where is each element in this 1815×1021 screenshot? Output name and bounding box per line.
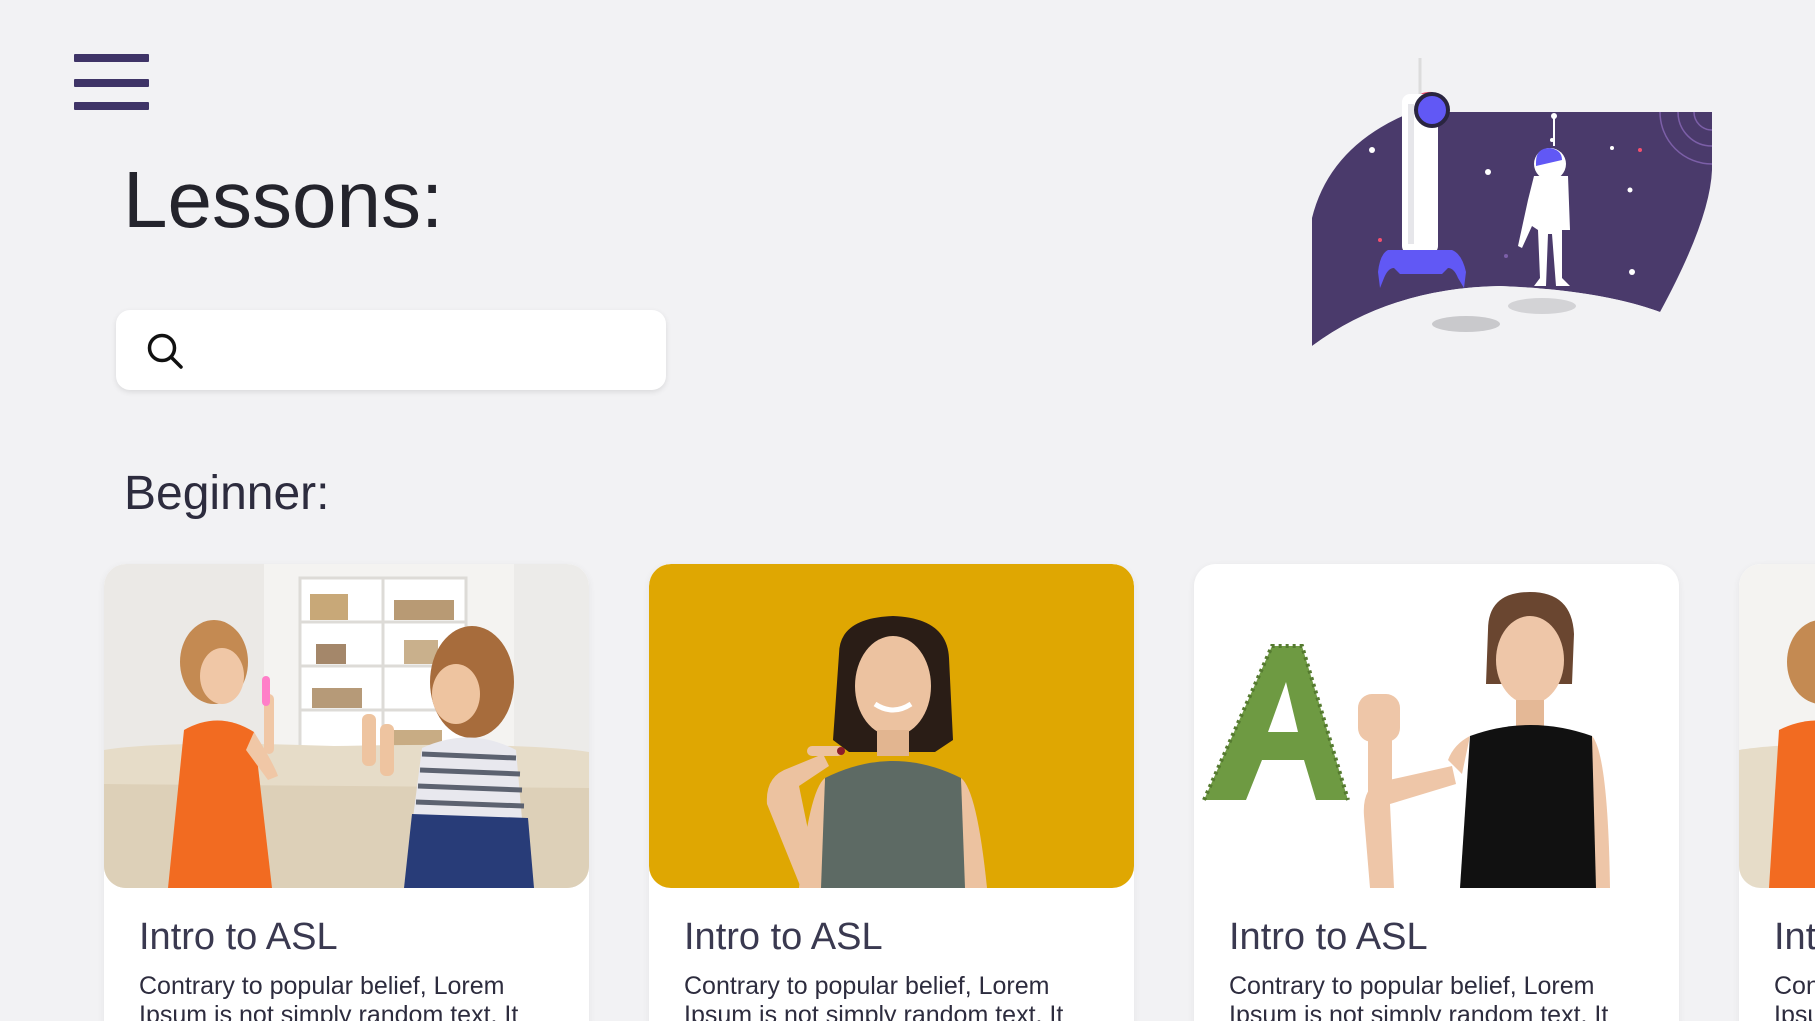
lesson-card-title: Intro to ASL [684,916,883,958]
lesson-card-description: Contrary to popular belief, Lorem Ipsum … [1774,972,1815,1021]
lesson-card[interactable]: Intro to ASL Contrary to popular belief,… [104,564,589,1021]
search-icon[interactable] [144,330,186,372]
lesson-card[interactable]: Intro to ASL Contrary to popular belief,… [1739,564,1815,1021]
lesson-card-title: Intro to ASL [139,916,338,958]
lesson-card-title: Intro to ASL [1229,916,1428,958]
lesson-card-description: Contrary to popular belief, Lorem Ipsum … [684,972,1064,1021]
lessons-page: Lessons: Beginner: Intro to ASL Contrary… [0,0,1815,1021]
two-women-signing-photo [104,564,589,888]
menu-bar-middle [74,79,149,87]
lesson-card-title: Intro to ASL [1774,916,1815,958]
two-women-signing-photo [1739,564,1815,888]
hamburger-menu-icon [74,54,149,62]
search-input[interactable] [200,322,644,380]
page-title: Lessons: [123,155,444,244]
menu-bar-bottom [74,102,149,110]
rocket-astronaut-illustration [1312,58,1713,360]
woman-pointing-yellow-background-photo [649,564,1134,888]
hamburger-menu-button[interactable] [74,54,150,112]
section-title-beginner: Beginner: [124,467,330,520]
girl-signing-letter-a-photo [1194,564,1679,888]
lesson-card-description: Contrary to popular belief, Lorem Ipsum … [1229,972,1609,1021]
lesson-card[interactable]: Intro to ASL Contrary to popular belief,… [1194,564,1679,1021]
lesson-card-description: Contrary to popular belief, Lorem Ipsum … [139,972,519,1021]
lesson-card[interactable]: Intro to ASL Contrary to popular belief,… [649,564,1134,1021]
